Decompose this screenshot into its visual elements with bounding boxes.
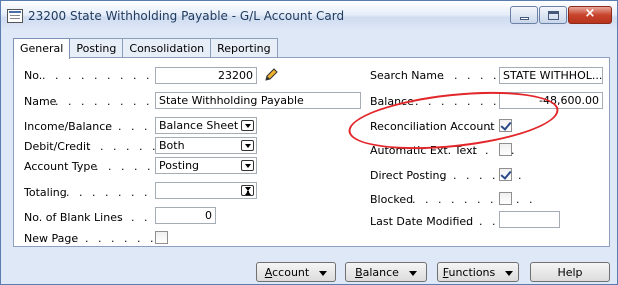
dropdown-arrow-icon[interactable] [241,160,254,171]
balance-button-label: alance [362,266,399,279]
totaling-label: Totaling [24,186,67,199]
help-button[interactable]: Help [530,262,610,282]
account-type-label: Account Type [24,160,98,173]
income-balance-value: Balance Sheet [159,119,239,132]
balance-menu-button[interactable]: Balance [345,262,427,282]
tab-general[interactable]: General [13,38,71,59]
totaling-dots: . . . . . . . . [66,186,164,199]
functions-menu-button[interactable]: Functions [437,262,519,282]
direct-posting-label: Direct Posting [370,169,447,182]
account-type-value: Posting [159,159,200,172]
automatic-ext-checkbox[interactable] [499,143,512,156]
debit-credit-value: Both [159,139,185,152]
name-label: Name [24,95,57,108]
account-type-select[interactable]: Posting [155,157,257,174]
gl-account-card-window: 23200 State Withholding Payable - G/L Ac… [0,0,618,285]
window-controls: × [510,6,612,24]
chevron-down-icon [319,270,328,276]
tab-posting[interactable]: Posting [69,38,124,58]
blank-lines-field[interactable]: 0 [155,207,216,224]
close-button[interactable]: × [568,6,612,24]
last-modified-dots: . . . [466,215,499,228]
functions-button-label: unctions [448,266,496,279]
last-modified-field[interactable] [499,211,560,228]
last-modified-label: Last Date Modified [370,215,474,228]
dropdown-arrow-icon[interactable] [241,120,254,131]
blank-lines-label: No. of Blank Lines [24,211,123,224]
chevron-down-icon [408,270,417,276]
pencil-icon[interactable] [262,66,280,84]
title-bar[interactable]: 23200 State Withholding Payable - G/L Ac… [1,1,617,31]
debit-credit-label: Debit/Credit [24,140,91,153]
income-balance-label: Income/Balance [24,120,113,133]
chevron-down-icon [505,270,514,276]
dropdown-arrow-icon[interactable] [241,140,254,151]
close-icon: × [584,6,596,21]
no-field[interactable]: 23200 [155,67,257,84]
blocked-dots: . . . . . . . . . . [412,193,536,206]
totaling-field[interactable] [155,182,257,199]
minimize-icon [520,17,529,20]
tab-consolidation[interactable]: Consolidation [122,38,212,58]
balance-button-mnemonic: B [355,266,363,279]
account-button-label: ccount [272,266,310,279]
maximize-icon [548,11,559,20]
app-icon [7,9,23,23]
minimize-button[interactable] [510,6,538,24]
blank-lines-dots: . . . [118,211,151,224]
maximize-button[interactable] [539,6,567,24]
window-title: 23200 State Withholding Payable - G/L Ac… [28,9,345,23]
direct-posting-checkbox[interactable] [499,168,512,181]
lookup-arrow-icon[interactable] [241,185,254,196]
debit-credit-select[interactable]: Both [155,137,257,154]
tab-reporting[interactable]: Reporting [210,38,278,58]
blocked-checkbox[interactable] [499,192,512,205]
new-page-checkbox[interactable] [155,231,168,244]
search-name-label: Search Name [370,69,444,82]
tab-strip: General Posting Consolidation Reporting [13,38,278,59]
name-field[interactable]: State Withholding Payable [155,92,361,109]
search-name-field[interactable]: STATE WITHHOL... [499,67,603,84]
account-menu-button[interactable]: Account [256,262,336,282]
blocked-label: Blocked [370,193,414,206]
income-balance-select[interactable]: Balance Sheet [155,117,257,134]
general-tab-panel: No. . . . . . . . . . . . 23200 Name . .… [13,57,610,247]
no-label: No. [24,69,43,82]
new-page-label: New Page [24,232,79,245]
